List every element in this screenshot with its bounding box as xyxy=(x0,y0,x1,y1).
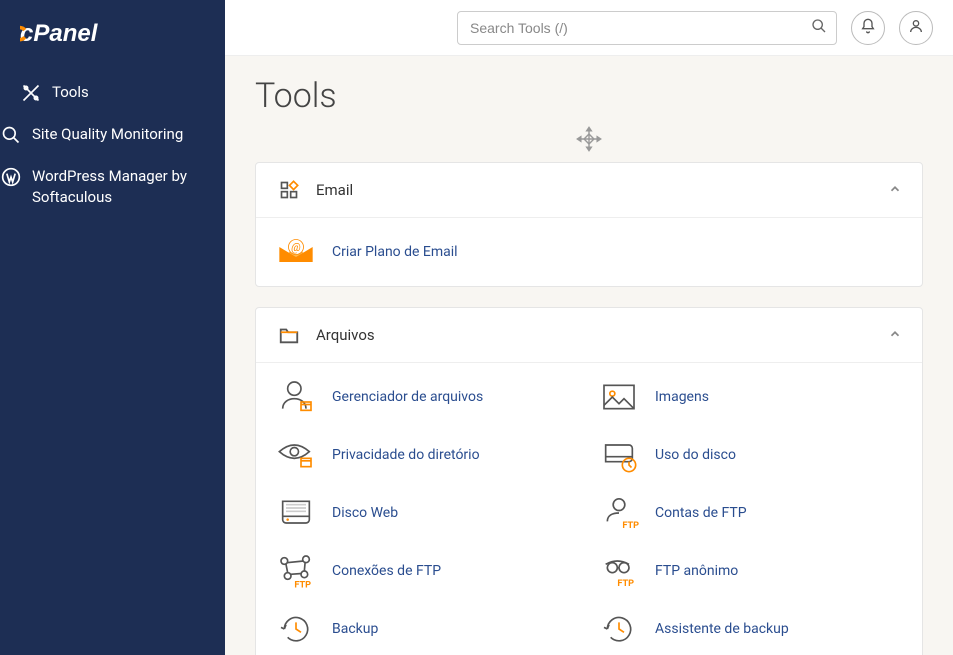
tool-ftp-anonymous[interactable]: FTP FTP anônimo xyxy=(599,551,902,591)
search-icon xyxy=(811,18,827,38)
disk-clock-icon xyxy=(599,435,639,475)
topbar xyxy=(225,0,953,56)
svg-text:@: @ xyxy=(291,241,300,254)
panel-header-email[interactable]: Email xyxy=(256,163,922,218)
cpanel-logo-icon: cPanel xyxy=(20,18,140,48)
sidebar-item-wordpress[interactable]: WordPress Manager by Softaculous xyxy=(0,156,225,218)
tool-label: Contas de FTP xyxy=(655,505,747,521)
user-icon xyxy=(908,18,924,38)
disk-icon xyxy=(276,493,316,533)
panel-body-email: @ Criar Plano de Email xyxy=(256,218,922,286)
svg-text:FTP: FTP xyxy=(617,579,634,589)
wordpress-icon xyxy=(0,166,22,188)
tool-label: Assistente de backup xyxy=(655,621,789,637)
svg-text:cPanel: cPanel xyxy=(20,20,99,47)
backup-wizard-icon xyxy=(599,609,639,649)
eye-folder-icon xyxy=(276,435,316,475)
sidebar-item-tools[interactable]: Tools xyxy=(0,72,225,114)
tool-label: Privacidade do diretório xyxy=(332,447,480,463)
main-area: Tools Email xyxy=(225,0,953,655)
tool-label: Uso do disco xyxy=(655,447,736,463)
panel-title: Arquivos xyxy=(316,326,888,344)
panel-title: Email xyxy=(316,181,888,199)
sidebar: cPanel Tools Site Quality Monitoring Wor… xyxy=(0,0,225,655)
ftp-anon-icon: FTP xyxy=(599,551,639,591)
tool-label: Conexões de FTP xyxy=(332,563,441,579)
content: Tools Email xyxy=(225,56,953,655)
bell-icon xyxy=(860,18,876,38)
user-button[interactable] xyxy=(899,11,933,45)
ftp-network-icon: FTP xyxy=(276,551,316,591)
tool-images[interactable]: Imagens xyxy=(599,377,902,417)
tool-disk-usage[interactable]: Uso do disco xyxy=(599,435,902,475)
user-folder-icon xyxy=(276,377,316,417)
tool-web-disk[interactable]: Disco Web xyxy=(276,493,579,533)
search-wrap xyxy=(457,11,837,45)
backup-icon xyxy=(276,609,316,649)
chevron-up-icon xyxy=(888,181,902,200)
sidebar-item-label: Site Quality Monitoring xyxy=(32,124,183,145)
sidebar-item-label: Tools xyxy=(52,82,89,103)
tool-dir-privacy[interactable]: Privacidade do diretório xyxy=(276,435,579,475)
tool-backup[interactable]: Backup xyxy=(276,609,579,649)
panel-body-arquivos: Gerenciador de arquivos Imagens Privacid… xyxy=(256,363,922,655)
apps-icon xyxy=(276,177,302,203)
sidebar-item-label: WordPress Manager by Softaculous xyxy=(32,166,205,208)
svg-text:FTP: FTP xyxy=(622,521,639,531)
sidebar-item-site-quality[interactable]: Site Quality Monitoring xyxy=(0,114,225,156)
tool-ftp-connections[interactable]: FTP Conexões de FTP xyxy=(276,551,579,591)
envelope-icon: @ xyxy=(276,232,316,272)
tool-label: Gerenciador de arquivos xyxy=(332,389,483,405)
tools-icon xyxy=(20,82,42,104)
move-icon xyxy=(575,125,603,157)
tool-label: Disco Web xyxy=(332,505,398,521)
drag-handle[interactable] xyxy=(255,126,923,156)
tool-label: Criar Plano de Email xyxy=(332,244,458,260)
search-input[interactable] xyxy=(457,11,837,45)
ftp-user-icon: FTP xyxy=(599,493,639,533)
tool-ftp-accounts[interactable]: FTP Contas de FTP xyxy=(599,493,902,533)
chevron-up-icon xyxy=(888,326,902,345)
panel-email: Email @ Criar Plano de Email xyxy=(255,162,923,287)
panel-arquivos: Arquivos Gerenciador de arquivos xyxy=(255,307,923,655)
tool-email-plan[interactable]: @ Criar Plano de Email xyxy=(276,232,902,272)
tool-file-manager[interactable]: Gerenciador de arquivos xyxy=(276,377,579,417)
brand-logo: cPanel xyxy=(0,18,225,72)
tool-label: FTP anônimo xyxy=(655,563,738,579)
tool-label: Imagens xyxy=(655,389,709,405)
magnify-icon xyxy=(0,124,22,146)
image-icon xyxy=(599,377,639,417)
svg-text:FTP: FTP xyxy=(294,581,311,591)
tool-label: Backup xyxy=(332,621,378,637)
tool-backup-wizard[interactable]: Assistente de backup xyxy=(599,609,902,649)
page-title: Tools xyxy=(255,76,923,116)
notifications-button[interactable] xyxy=(851,11,885,45)
folder-icon xyxy=(276,322,302,348)
panel-header-arquivos[interactable]: Arquivos xyxy=(256,308,922,363)
